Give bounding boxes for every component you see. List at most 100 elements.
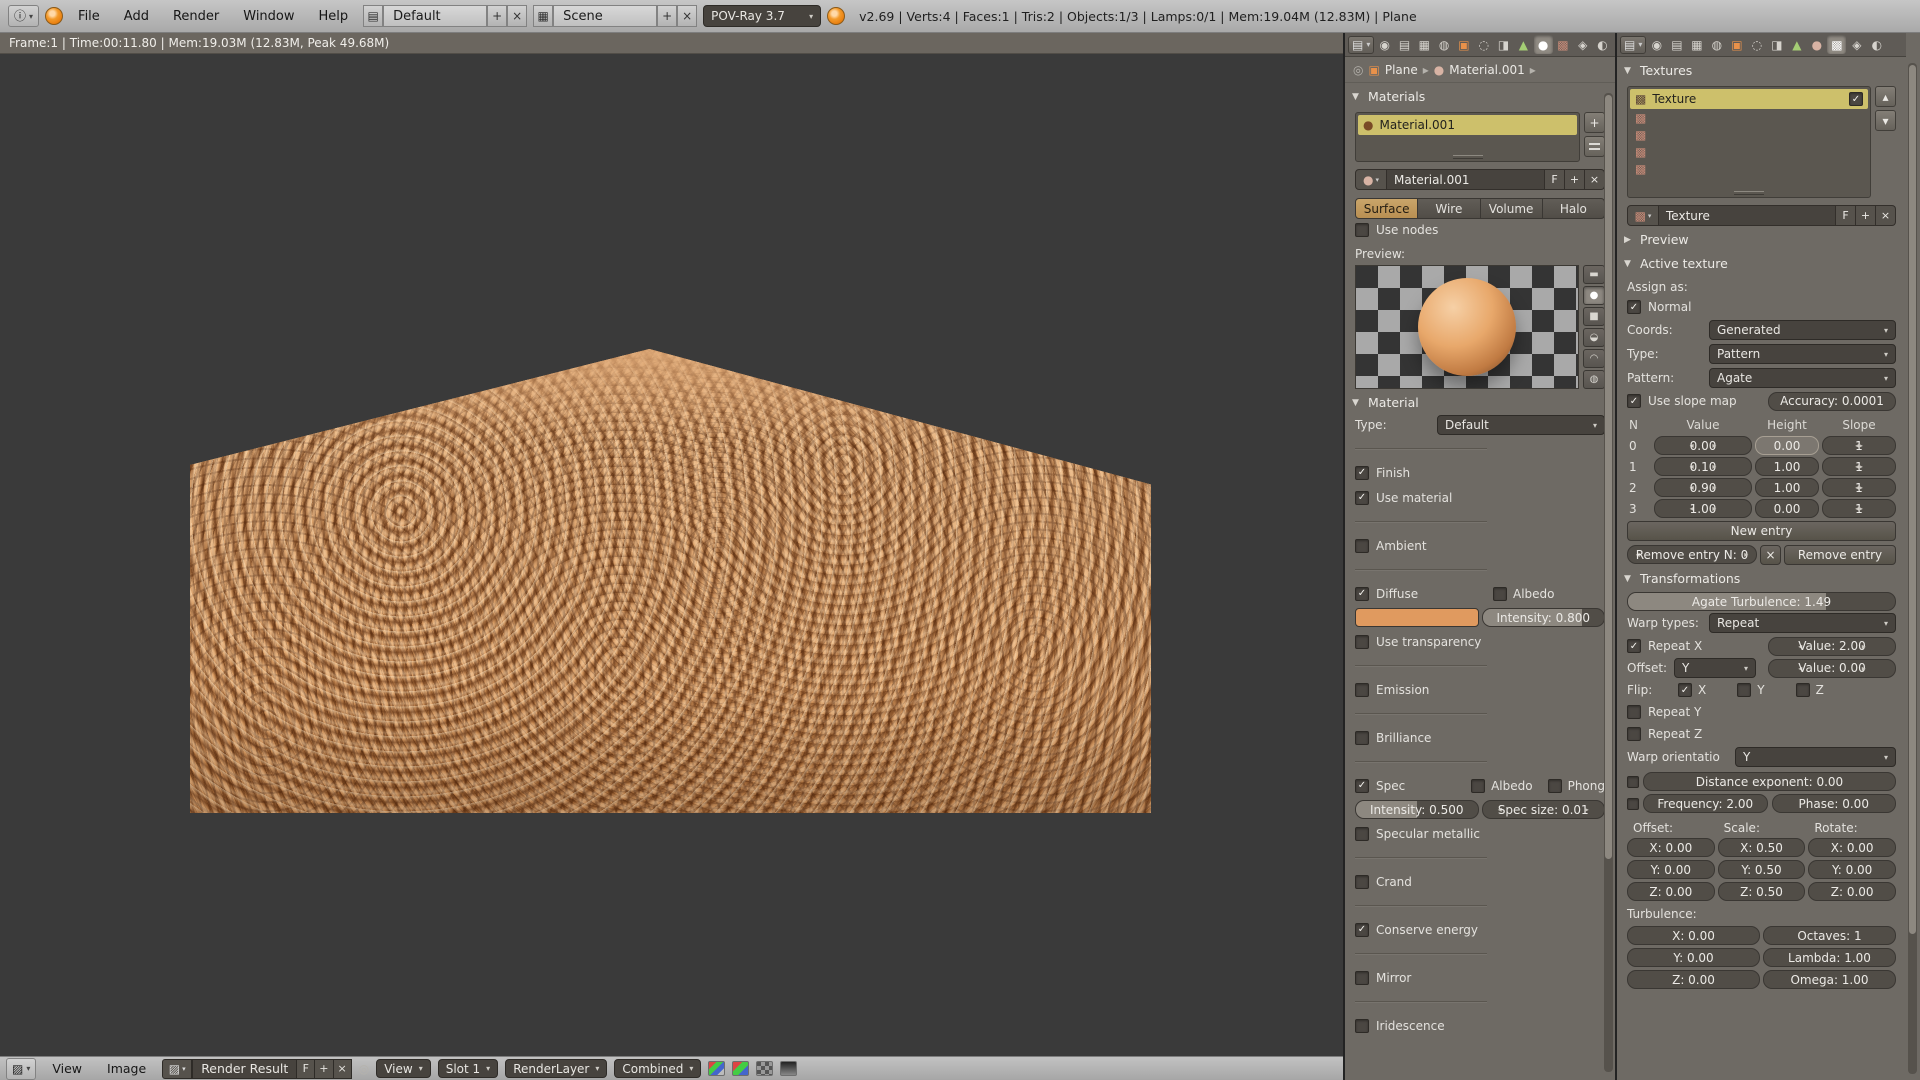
preview-sphere-button[interactable]: ●: [1583, 286, 1605, 305]
unlink-texture-button[interactable]: ×: [1876, 205, 1896, 226]
unlink-image-button[interactable]: ×: [334, 1059, 352, 1079]
slope-field[interactable]: ◂ 1 ▸: [1822, 499, 1896, 518]
right-arrow-icon[interactable]: ▸: [1712, 462, 1716, 471]
pin-icon[interactable]: ◎: [1353, 64, 1363, 76]
diffuse-checkbox[interactable]: ✓: [1355, 587, 1369, 601]
draw-channel-rgba-icon[interactable]: [708, 1061, 725, 1076]
height-field[interactable]: 1.00: [1755, 457, 1819, 476]
height-field[interactable]: 0.00: [1755, 499, 1819, 518]
tab-render-layers-icon[interactable]: ▤: [1395, 35, 1414, 54]
material-slot-selected[interactable]: ● Material.001: [1358, 115, 1577, 135]
mode-wire-button[interactable]: Wire: [1418, 198, 1480, 219]
rotate-z-field[interactable]: Z: 0.00: [1808, 882, 1896, 901]
phong-checkbox[interactable]: [1548, 779, 1562, 793]
normal-checkbox[interactable]: ✓: [1627, 300, 1641, 314]
material-type-select[interactable]: Default ▾: [1437, 415, 1605, 435]
material-name-field[interactable]: Material.001: [1387, 169, 1545, 190]
slope-field[interactable]: ◂ 1 ▸: [1822, 457, 1896, 476]
tab-material-icon[interactable]: ●: [1807, 35, 1826, 54]
turbulence-y-field[interactable]: Y: 0.00: [1627, 948, 1760, 967]
view-mode-select[interactable]: View ▾: [376, 1059, 431, 1078]
omega-field[interactable]: Omega: 1.00: [1763, 970, 1896, 989]
fake-user-button[interactable]: F: [1836, 205, 1856, 226]
right-arrow-icon[interactable]: ▸: [1712, 441, 1716, 450]
material-browse-button[interactable]: ● ▾: [1355, 169, 1387, 190]
value-field[interactable]: ◂ 0.00 ▸: [1654, 436, 1752, 455]
spec-intensity-slider[interactable]: Intensity: 0.500: [1355, 800, 1479, 819]
rotate-x-field[interactable]: X: 0.00: [1808, 838, 1896, 857]
move-texture-down-button[interactable]: ▾: [1875, 110, 1896, 131]
right-arrow-icon[interactable]: ▸: [1712, 504, 1716, 513]
conserve-energy-checkbox[interactable]: ✓: [1355, 923, 1369, 937]
right-arrow-icon[interactable]: ▸: [1862, 642, 1866, 651]
tab-render-layers-icon[interactable]: ▤: [1667, 35, 1686, 54]
tab-texture-icon[interactable]: ▩: [1554, 35, 1573, 54]
new-image-button[interactable]: +: [315, 1059, 333, 1079]
right-arrow-icon[interactable]: ▸: [1859, 462, 1863, 471]
preview-flat-button[interactable]: ▬: [1583, 265, 1605, 284]
height-field[interactable]: 1.00: [1755, 478, 1819, 497]
editor-type-button[interactable]: ▤ ▾: [1348, 36, 1374, 54]
finish-checkbox[interactable]: ✓: [1355, 466, 1369, 480]
tab-object-data-icon[interactable]: ▲: [1514, 35, 1533, 54]
repeat-y-checkbox[interactable]: [1627, 705, 1641, 719]
material-slot-list[interactable]: ● Material.001: [1355, 112, 1580, 162]
texture-slot-empty[interactable]: ▩: [1630, 109, 1868, 126]
offset-value-field[interactable]: ◂ Value: 0.00 ▸: [1768, 659, 1896, 678]
menu-window[interactable]: Window: [234, 6, 303, 27]
new-entry-button[interactable]: New entry: [1627, 521, 1896, 541]
list-resize-grip[interactable]: [1453, 155, 1483, 159]
new-material-button[interactable]: +: [1565, 169, 1585, 190]
texture-slot-empty[interactable]: ▩: [1630, 143, 1868, 160]
spec-size-field[interactable]: ◂ Spec size: 0.01 ▸: [1482, 800, 1606, 819]
texture-type-select[interactable]: Pattern ▾: [1709, 344, 1896, 364]
value-field[interactable]: ◂ 0.90 ▸: [1654, 478, 1752, 497]
right-arrow-icon[interactable]: ▸: [1712, 483, 1716, 492]
add-material-slot-button[interactable]: +: [1584, 112, 1605, 133]
preview-sky-button[interactable]: ◍: [1583, 370, 1605, 389]
scrollbar-thumb[interactable]: [1909, 65, 1916, 934]
scale-x-field[interactable]: X: 0.50: [1718, 838, 1806, 857]
value-field[interactable]: ◂ 1.00 ▸: [1654, 499, 1752, 518]
draw-channel-rgb-icon[interactable]: [732, 1061, 749, 1076]
menu-render[interactable]: Render: [164, 6, 228, 27]
spec-checkbox[interactable]: ✓: [1355, 779, 1369, 793]
delete-scene-button[interactable]: ×: [677, 5, 697, 27]
tab-world-icon[interactable]: ◍: [1435, 35, 1454, 54]
texture-slot-empty[interactable]: ▩: [1630, 160, 1868, 177]
texture-enable-checkbox[interactable]: ✓: [1849, 92, 1863, 106]
tab-object-icon[interactable]: ▣: [1455, 35, 1474, 54]
tab-scene-icon[interactable]: ▦: [1687, 35, 1706, 54]
phase-field[interactable]: Phase: 0.00: [1772, 794, 1897, 813]
scrollbar[interactable]: [1604, 93, 1613, 1072]
scale-y-field[interactable]: Y: 0.50: [1718, 860, 1806, 879]
mode-surface-button[interactable]: Surface: [1355, 198, 1418, 219]
texture-name-field[interactable]: Texture: [1659, 205, 1836, 226]
add-scene-button[interactable]: +: [657, 5, 677, 27]
texture-slot-selected[interactable]: ▩ Texture ✓: [1630, 89, 1868, 109]
spec-albedo-checkbox[interactable]: [1471, 779, 1485, 793]
list-resize-grip[interactable]: [1734, 191, 1764, 195]
scene-browse-button[interactable]: ▦: [533, 5, 553, 27]
tab-constraints-icon[interactable]: ◌: [1474, 35, 1493, 54]
texture-browse-button[interactable]: ▩ ▾: [1627, 205, 1659, 226]
editor-type-button[interactable]: ⓘ ▾: [8, 5, 39, 27]
image-browse-button[interactable]: ▨ ▾: [162, 1059, 192, 1079]
slope-field[interactable]: ◂ 1 ▸: [1822, 436, 1896, 455]
render-engine-select[interactable]: POV-Ray 3.7 ▾: [703, 5, 821, 27]
tab-constraints-icon[interactable]: ◌: [1747, 35, 1766, 54]
tab-object-data-icon[interactable]: ▲: [1787, 35, 1806, 54]
ambient-checkbox[interactable]: [1355, 539, 1369, 553]
preview-hair-button[interactable]: ◠: [1583, 349, 1605, 368]
tab-physics-icon[interactable]: ◐: [1867, 35, 1886, 54]
slot-select[interactable]: Slot 1 ▾: [438, 1059, 498, 1078]
tab-texture-icon[interactable]: ▩: [1827, 35, 1846, 54]
tab-render-icon[interactable]: ◉: [1375, 35, 1394, 54]
editor-type-button[interactable]: ▨ ▾: [6, 1058, 36, 1080]
turbulence-z-field[interactable]: Z: 0.00: [1627, 970, 1760, 989]
materials-panel-header[interactable]: ▼ Materials: [1345, 86, 1615, 107]
rotate-y-field[interactable]: Y: 0.00: [1808, 860, 1896, 879]
emission-checkbox[interactable]: [1355, 683, 1369, 697]
tab-render-icon[interactable]: ◉: [1647, 35, 1666, 54]
diffuse-color-swatch[interactable]: [1355, 608, 1479, 627]
